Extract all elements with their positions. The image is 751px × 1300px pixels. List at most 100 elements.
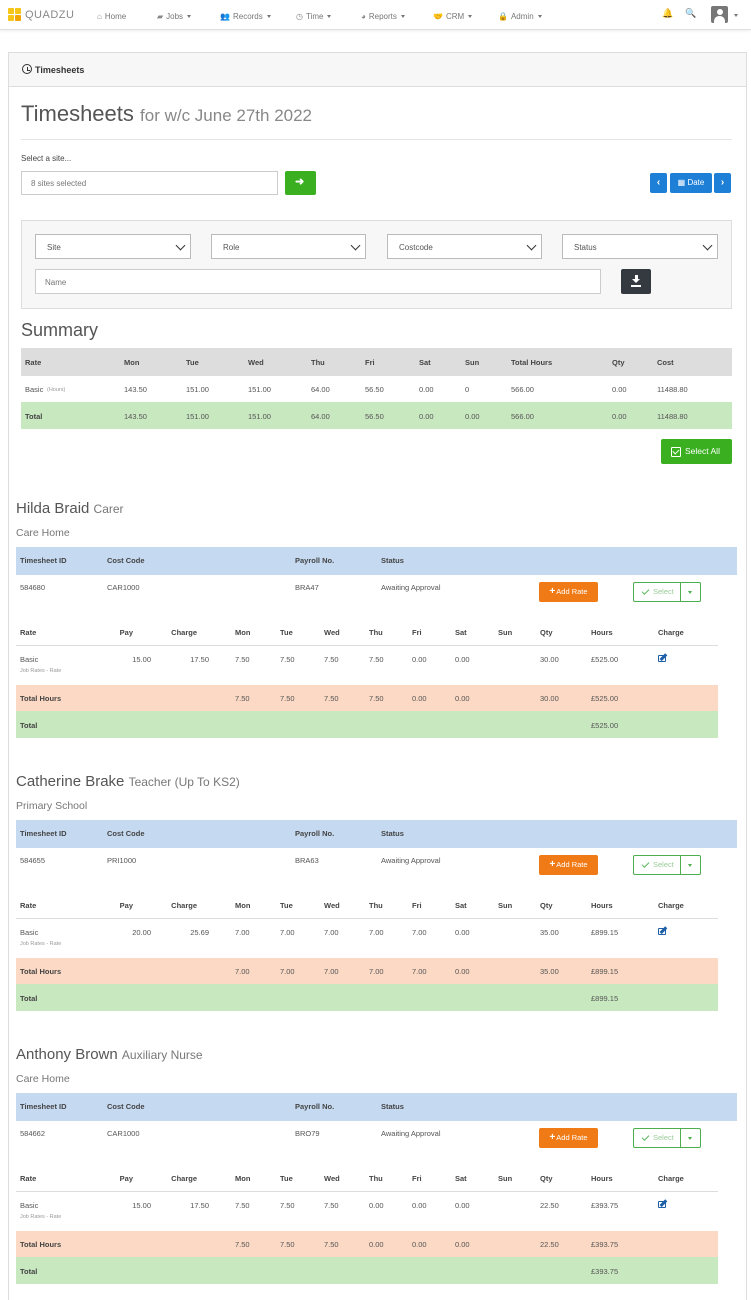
employee-role: Carer — [93, 502, 124, 516]
rate-column-header: Charge — [658, 901, 684, 910]
page-title-text: Timesheets — [21, 101, 134, 126]
select-dropdown-toggle[interactable] — [681, 582, 701, 602]
rate-pay: 15.00 — [132, 1201, 151, 1210]
select-all-button[interactable]: Select All — [661, 439, 732, 464]
page-title: Timesheets for w/c June 27th 2022 — [21, 101, 312, 127]
brand-logo[interactable]: QUADZU — [8, 8, 74, 22]
add-rate-button[interactable]: +Add Rate — [539, 1128, 598, 1148]
timesheet-column-header: Timesheet ID — [20, 1102, 67, 1111]
role-filter-value: Role — [223, 243, 240, 252]
nav-label: Home — [104, 11, 127, 21]
employee-name: Anthony Brown Auxiliary Nurse — [16, 1046, 203, 1063]
select-button[interactable]: Select — [633, 582, 681, 602]
nav-crm[interactable]: 🤝 CRM — [433, 10, 473, 22]
total-label: Total — [20, 994, 38, 1003]
date-button[interactable]: ▦ Date — [670, 173, 712, 193]
nav-label: Admin — [510, 11, 534, 21]
download-button[interactable] — [621, 269, 651, 294]
select-dropdown-toggle[interactable] — [681, 855, 701, 875]
pie-chart-icon: ◕ — [361, 11, 366, 21]
employee-site: Primary School — [16, 800, 88, 812]
timesheet-column-header: Cost Code — [107, 829, 145, 838]
bell-icon[interactable]: 🔔 — [662, 8, 673, 19]
summary-column-header: Sun — [465, 358, 480, 367]
select-button[interactable]: Select — [633, 855, 681, 875]
chevron-down-icon — [537, 14, 542, 18]
nav-time[interactable]: ◷ Time — [296, 10, 332, 22]
rate-note: Job Rates - Rate — [20, 941, 62, 947]
rate-column-header: Qty — [540, 1174, 553, 1183]
total-hours-day-value: 7.00 — [280, 967, 295, 976]
costcode-filter-select[interactable]: Costcode — [387, 234, 542, 259]
role-filter-select[interactable]: Role — [211, 234, 366, 259]
prev-week-button[interactable]: ‹ — [650, 173, 667, 193]
add-rate-button[interactable]: +Add Rate — [539, 582, 598, 602]
clock-icon: ◷ — [296, 11, 303, 21]
total-hours-day-value: 7.50 — [324, 694, 339, 703]
rate-column-header: Charge — [171, 1174, 197, 1183]
avatar[interactable] — [711, 6, 728, 23]
summary-cell: 0.00 — [419, 385, 434, 394]
rate-column-header: Thu — [369, 1174, 383, 1183]
rate-column-header: Sat — [455, 628, 467, 637]
chevron-down-icon[interactable] — [734, 14, 738, 17]
employee-role: Teacher (Up To KS2) — [128, 775, 240, 789]
chevron-down-icon — [175, 240, 186, 251]
summary-column-header: Cost — [657, 358, 674, 367]
nav-records[interactable]: 👥 Records — [220, 10, 271, 22]
nav-admin[interactable]: 🔒 Admin — [498, 10, 542, 22]
summary-column-header: Total Hours — [511, 358, 553, 367]
search-icon[interactable]: 🔍 — [685, 8, 696, 19]
rate-column-header: Qty — [540, 628, 553, 637]
summary-rate-note: (Hours) — [47, 386, 66, 393]
nav-reports[interactable]: ◕ Reports — [361, 10, 405, 22]
status-filter-select[interactable]: Status — [562, 234, 718, 259]
select-button[interactable]: Select — [633, 1128, 681, 1148]
rate-qty: 30.00 — [540, 655, 559, 664]
card-title: Timesheets — [35, 65, 85, 75]
calendar-icon: ▦ — [677, 178, 686, 187]
payroll-number: BRO79 — [295, 1129, 320, 1138]
rate-day-value: 0.00 — [369, 1201, 384, 1210]
next-week-button[interactable]: › — [714, 173, 731, 193]
check-square-icon — [671, 446, 681, 457]
total-amount: £525.00 — [591, 721, 619, 730]
add-rate-button[interactable]: +Add Rate — [539, 855, 598, 875]
summary-cell: 143.50 — [124, 385, 147, 394]
site-filter-select[interactable]: Site — [35, 234, 191, 259]
rate-column-header: Sun — [498, 1174, 513, 1183]
total-hours-qty: 22.50 — [540, 1240, 559, 1249]
nav-label: Time — [305, 11, 324, 21]
nav-jobs[interactable]: ▰ Jobs — [157, 10, 192, 22]
nav-home[interactable]: ⌂ Home — [97, 10, 126, 22]
rate-column-header: Rate — [20, 628, 37, 637]
summary-cell: 0 — [465, 385, 470, 394]
name-filter-input[interactable]: Name — [35, 269, 601, 294]
select-label: Select — [653, 860, 674, 869]
total-hours-day-value: 0.00 — [455, 967, 470, 976]
select-dropdown-toggle[interactable] — [681, 1128, 701, 1148]
site-multiselect[interactable]: 8 sites selected — [21, 171, 278, 195]
rate-column-header: Charge — [658, 628, 684, 637]
summary-rate-name: Basic — [25, 385, 44, 394]
edit-icon[interactable] — [658, 653, 667, 662]
total-hours-label: Total Hours — [20, 1240, 62, 1249]
go-button[interactable]: ➜ — [285, 171, 316, 195]
chevron-down-icon — [327, 14, 332, 18]
rate-pay: 15.00 — [132, 655, 151, 664]
edit-icon[interactable] — [658, 926, 667, 935]
employee-name-text: Catherine Brake — [16, 773, 125, 790]
cost-code: CAR1000 — [107, 1129, 140, 1138]
rate-day-value: 7.50 — [235, 1201, 250, 1210]
status-filter-value: Status — [574, 243, 597, 252]
employee-site: Care Home — [16, 1073, 70, 1085]
plus-icon: + — [549, 586, 556, 597]
rate-column-header: Sun — [498, 901, 513, 910]
check-icon — [641, 1133, 650, 1141]
edit-icon[interactable] — [658, 1199, 667, 1208]
rate-name: Basic — [20, 928, 39, 937]
rate-column-header: Pay — [119, 1174, 133, 1183]
plus-icon: + — [549, 859, 556, 870]
timesheet-column-header: Status — [381, 556, 404, 565]
rate-column-header: Tue — [280, 1174, 293, 1183]
